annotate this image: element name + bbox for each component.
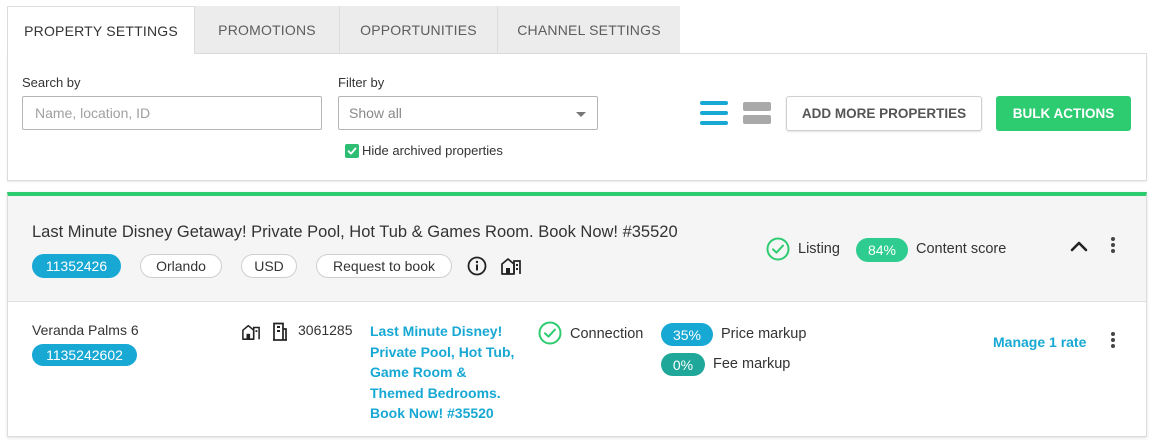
price-markup-label: Price markup [721,326,807,342]
info-icon[interactable] [467,256,487,276]
filter-select[interactable]: Show all [338,96,598,130]
hide-archived-checkbox[interactable] [345,144,359,158]
price-markup-badge: 35% [661,323,713,346]
filter-select-value: Show all [349,105,402,121]
listing-label: Listing [798,241,840,257]
channel-title-line: Book Now! #35520 [370,405,494,421]
property-id-badge: 11352426 [32,254,121,278]
filter-panel: Search by Filter by Show all Hide archiv… [7,53,1147,181]
connection-check-icon [538,321,562,345]
listing-check-icon [766,237,790,261]
channel-title-line: Game Room & [370,364,467,380]
unit-id-badge: 1135242602 [32,344,137,366]
currency-badge: USD [241,254,297,278]
list-view-icon[interactable] [700,101,728,125]
property-title: Last Minute Disney Getaway! Private Pool… [32,223,678,241]
tab-promotions[interactable]: PROMOTIONS [195,6,340,54]
chevron-down-icon [576,112,586,117]
fee-markup-label: Fee markup [713,356,791,372]
tab-property-settings[interactable]: PROPERTY SETTINGS [7,6,195,54]
bulk-actions-button[interactable]: BULK ACTIONS [996,96,1131,131]
search-input[interactable] [22,96,322,130]
tab-bar: PROPERTY SETTINGS PROMOTIONS OPPORTUNITI… [7,6,680,54]
tab-opportunities[interactable]: OPPORTUNITIES [340,6,498,54]
property-card-header: Last Minute Disney Getaway! Private Pool… [8,196,1146,302]
property-more-icon[interactable] [1111,237,1115,255]
unit-name: Veranda Palms 6 [32,322,139,338]
building-tower-icon [273,322,287,341]
manage-rate-link[interactable]: Manage 1 rate [993,334,1086,350]
fee-markup-badge: 0% [661,353,705,376]
channel-title-line: Last Minute Disney! [370,323,503,339]
check-icon [347,147,357,155]
connection-label: Connection [570,326,644,342]
channel-id: 3061285 [298,322,353,338]
content-score-label: Content score [916,241,1007,257]
tab-channel-settings[interactable]: CHANNEL SETTINGS [498,6,680,54]
buildings-icon [501,258,521,275]
channel-title-line: Themed Bedrooms. [370,384,501,401]
unit-more-icon[interactable] [1111,332,1115,350]
booking-type-badge: Request to book [316,254,452,278]
card-view-icon[interactable] [743,101,771,125]
hide-archived-label: Hide archived properties [362,143,503,158]
channel-title-line: Private Pool, Hot Tub, [370,343,515,360]
property-card: Last Minute Disney Getaway! Private Pool… [7,192,1147,437]
add-more-properties-button[interactable]: ADD MORE PROPERTIES [786,96,982,131]
chevron-up-icon[interactable] [1070,240,1088,252]
channel-listing-link[interactable]: Last Minute Disney! Private Pool, Hot Tu… [370,321,514,424]
filter-label: Filter by [338,75,385,90]
search-label: Search by [22,75,81,90]
location-badge: Orlando [140,254,222,278]
content-score-badge: 84% [856,238,908,262]
buildings-icon [242,324,260,340]
